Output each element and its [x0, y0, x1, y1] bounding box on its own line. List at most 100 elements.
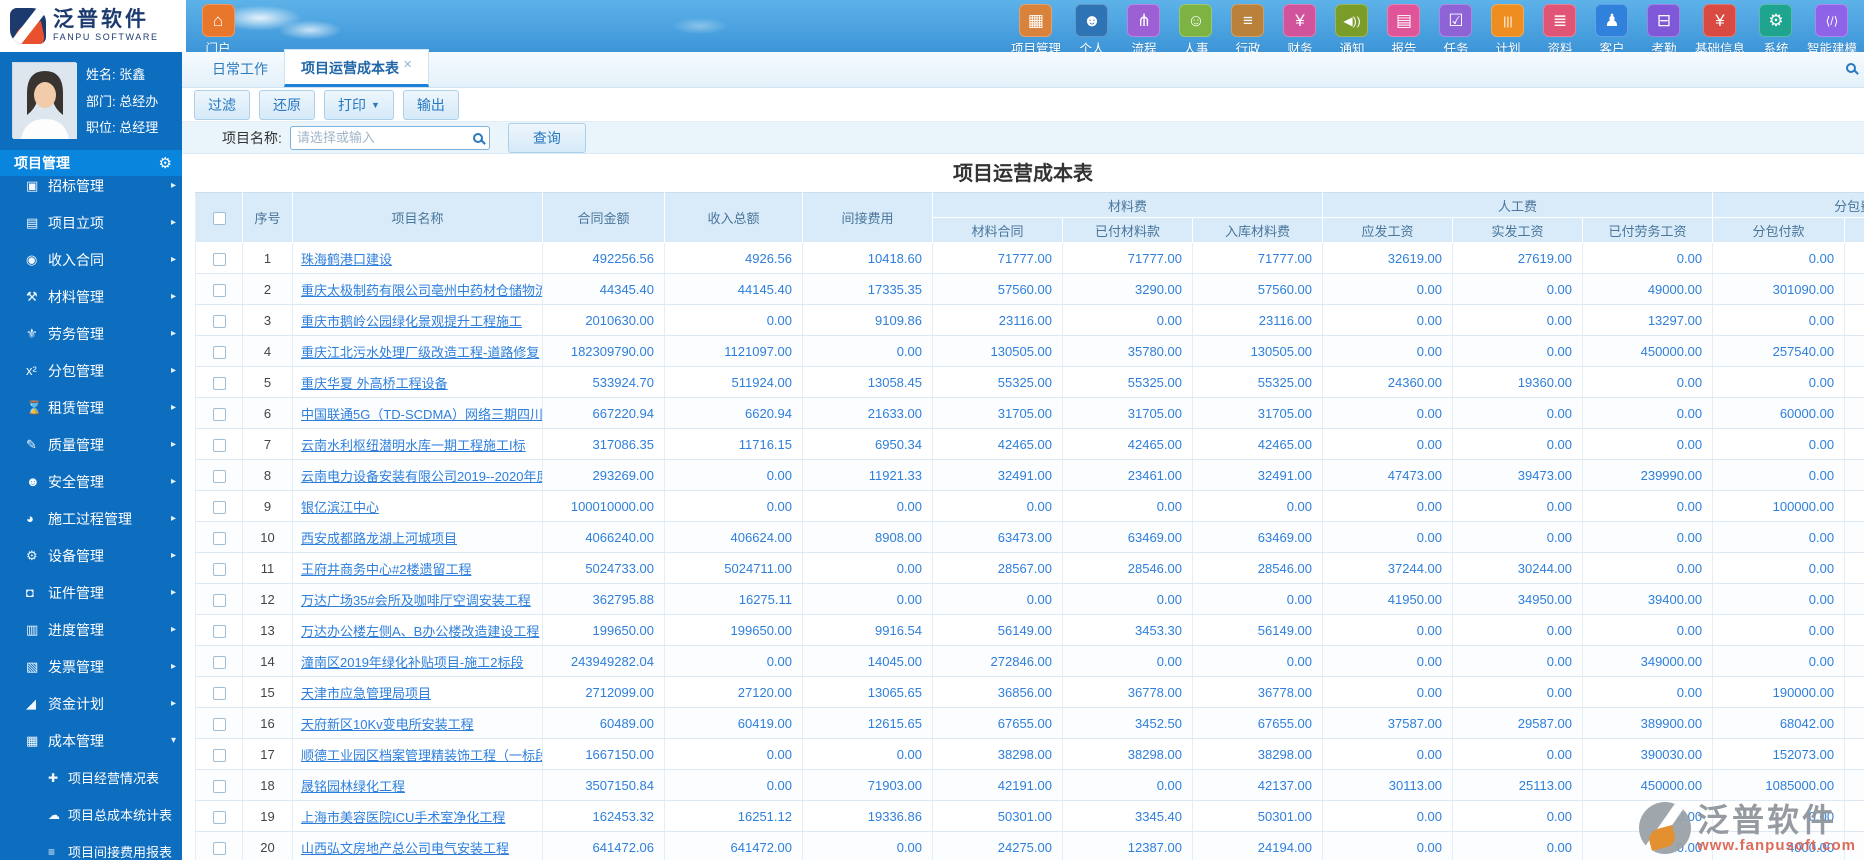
project-name-input[interactable] [296, 130, 473, 145]
row-checkbox[interactable] [212, 438, 226, 452]
column-header[interactable] [1844, 217, 1864, 243]
row-checkbox[interactable] [212, 407, 226, 421]
row-checkbox[interactable] [212, 593, 226, 607]
topnav-item-notification[interactable]: ◀)) 通知 [1326, 1, 1378, 57]
sidebar-item-fund-plan[interactable]: ◢ 资金计划 ▸ [0, 685, 182, 722]
column-header[interactable]: 材料合同 [932, 217, 1063, 243]
project-link[interactable]: 银亿滨江中心 [301, 500, 379, 515]
project-link[interactable]: 天津市应急管理局项目 [301, 686, 431, 701]
sidebar-item-project-initiation[interactable]: ▤ 项目立项 ▸ [0, 204, 182, 241]
column-header[interactable]: 已付劳务工资 [1582, 217, 1714, 243]
project-link[interactable]: 万达办公楼左侧A、B办公楼改造建设工程 [301, 624, 539, 639]
topnav-item-report[interactable]: ▤ 报告 [1378, 1, 1430, 57]
column-header[interactable]: 入库材料费 [1191, 217, 1324, 243]
print-button[interactable]: 打印 ▼ [324, 89, 394, 120]
column-header[interactable]: 实发工资 [1452, 217, 1584, 243]
sidebar-item-labor-management[interactable]: ⚜ 劳务管理 ▸ [0, 315, 182, 352]
sidebar-item-project-operation-report[interactable]: ✚ 项目经营情况表 [0, 759, 182, 796]
sidebar-item-quality-management[interactable]: ✎ 质量管理 ▸ [0, 426, 182, 463]
project-name-combobox[interactable] [289, 125, 490, 150]
sidebar-item-project-indirect-report[interactable]: ≡ 项目间接费用报表 [0, 833, 182, 860]
topnav-item-project-management[interactable]: ▦ 项目管理 [1006, 1, 1066, 57]
column-header[interactable]: 间接费用 [802, 192, 933, 243]
project-link[interactable]: 云南电力设备安装有限公司2019--2020年度 [301, 469, 542, 484]
sidebar-item-subcontract-management[interactable]: x² 分包管理 ▸ [0, 352, 182, 389]
row-checkbox[interactable] [212, 314, 226, 328]
filter-button[interactable]: 过滤 [194, 89, 250, 120]
row-checkbox[interactable] [212, 562, 226, 576]
row-checkbox[interactable] [212, 810, 226, 824]
row-checkbox[interactable] [212, 748, 226, 762]
sidebar-item-cost-management[interactable]: ▦ 成本管理 ▾ [0, 722, 182, 759]
search-icon[interactable] [472, 132, 483, 143]
tab-project-operation-cost[interactable]: 项目运营成本表 ✕ [284, 49, 430, 87]
sidebar-item-invoice-management[interactable]: ▧ 发票管理 ▸ [0, 648, 182, 685]
project-link[interactable]: 潼南区2019年绿化补贴项目-施工2标段 [301, 655, 523, 670]
column-header[interactable]: 合同金额 [542, 192, 665, 243]
row-checkbox[interactable] [212, 779, 226, 793]
column-header[interactable]: 应发工资 [1322, 217, 1454, 243]
sidebar-item-material-management[interactable]: ⚒ 材料管理 ▸ [0, 278, 182, 315]
column-header[interactable]: 项目名称 [292, 192, 543, 243]
row-checkbox[interactable] [212, 655, 226, 669]
project-link[interactable]: 上海市美容医院ICU手术室净化工程 [301, 810, 505, 825]
topnav-item-task[interactable]: ☑ 任务 [1430, 1, 1482, 57]
project-link[interactable]: 山西弘文房地产总公司电气安装工程 [301, 841, 509, 856]
column-header[interactable]: 已付材料款 [1062, 217, 1193, 243]
topnav-item-finance[interactable]: ¥ 财务 [1274, 1, 1326, 57]
project-link[interactable]: 重庆华夏 外高桥工程设备 [301, 376, 448, 391]
sidebar-item-project-total-cost-stat[interactable]: ☁ 项目总成本统计表 [0, 796, 182, 833]
project-link[interactable]: 万达广场35#会所及咖啡厅空调安装工程 [301, 593, 531, 608]
topnav-item-attendance[interactable]: ⊟ 考勤 [1638, 1, 1690, 57]
project-link[interactable]: 重庆江北污水处理厂级改造工程-道路修复 [301, 345, 539, 360]
sidebar-item-certificate-management[interactable]: ◘ 证件管理 ▸ [0, 574, 182, 611]
topnav-item-personal[interactable]: ☻ 个人 [1066, 1, 1118, 57]
column-header[interactable]: 序号 [242, 192, 293, 243]
topnav-item-plan[interactable]: ||| 计划 [1482, 1, 1534, 57]
sidebar-item-income-contract[interactable]: ◉ 收入合同 ▸ [0, 241, 182, 278]
restore-button[interactable]: 还原 [259, 89, 315, 120]
topnav-item-customer[interactable]: ♟ 客户 [1586, 1, 1638, 57]
sidebar-item-safety-management[interactable]: ☻ 安全管理 ▸ [0, 463, 182, 500]
topnav-item-documents[interactable]: ≣ 资料 [1534, 1, 1586, 57]
topnav-item-system[interactable]: ⚙ 系统 [1750, 1, 1802, 57]
row-checkbox[interactable] [212, 376, 226, 390]
row-checkbox[interactable] [212, 345, 226, 359]
row-checkbox[interactable] [212, 531, 226, 545]
select-all-checkbox[interactable] [212, 212, 226, 226]
project-link[interactable]: 云南水利枢纽潜明水库一期工程施工I标 [301, 438, 526, 453]
row-checkbox[interactable] [212, 686, 226, 700]
export-button[interactable]: 输出 [402, 89, 459, 120]
topnav-item-smart-modeling[interactable]: ⟨/⟩ 智能建模 [1802, 1, 1862, 57]
row-checkbox[interactable] [212, 283, 226, 297]
close-tab-icon[interactable]: ✕ [403, 59, 412, 71]
row-checkbox[interactable] [212, 841, 226, 855]
topnav-item-administration[interactable]: ≡ 行政 [1222, 1, 1274, 57]
row-checkbox[interactable] [212, 624, 226, 638]
row-checkbox[interactable] [212, 717, 226, 731]
row-checkbox[interactable] [212, 252, 226, 266]
project-link[interactable]: 顺德工业园区档案管理精装饰工程（一标段） [301, 748, 542, 763]
project-link[interactable]: 西安成都路龙湖上河城项目 [301, 531, 457, 546]
sidebar-item-construction-process[interactable]: ◕ 施工过程管理 ▸ [0, 500, 182, 537]
topnav-item-basic-info[interactable]: ¥ 基础信息 [1690, 1, 1750, 57]
row-checkbox[interactable] [212, 500, 226, 514]
project-link[interactable]: 珠海鹤港口建设 [301, 252, 392, 267]
query-button[interactable]: 查询 [507, 122, 586, 153]
column-header[interactable]: 分包付款 [1712, 217, 1846, 243]
tabstrip-search-icon[interactable] [1846, 63, 1856, 73]
sidebar-item-equipment-management[interactable]: ⚙ 设备管理 ▸ [0, 537, 182, 574]
sidebar-item-lease-management[interactable]: ⌛ 租赁管理 ▸ [0, 389, 182, 426]
sidebar-item-progress-management[interactable]: ▥ 进度管理 ▸ [0, 611, 182, 648]
topnav-item-portal[interactable]: ⌂ 门户 [192, 1, 244, 57]
tab-daily-work[interactable]: 日常工作 [196, 51, 284, 87]
topnav-item-hr[interactable]: ☺ 人事 [1170, 1, 1222, 57]
project-link[interactable]: 天府新区10Kv变电所安装工程 [301, 717, 474, 732]
project-link[interactable]: 重庆市鹅岭公园绿化景观提升工程施工 [301, 314, 522, 329]
project-link[interactable]: 晟铭园林绿化工程 [301, 779, 405, 794]
project-link[interactable]: 重庆太极制药有限公司亳州中药材仓储物流 [301, 283, 542, 298]
project-link[interactable]: 中国联通5G（TD-SCDMA）网络三期四川 [301, 407, 542, 422]
topnav-item-workflow[interactable]: ⋔ 流程 [1118, 1, 1170, 57]
column-header[interactable]: 收入总额 [664, 192, 803, 243]
row-checkbox[interactable] [212, 469, 226, 483]
